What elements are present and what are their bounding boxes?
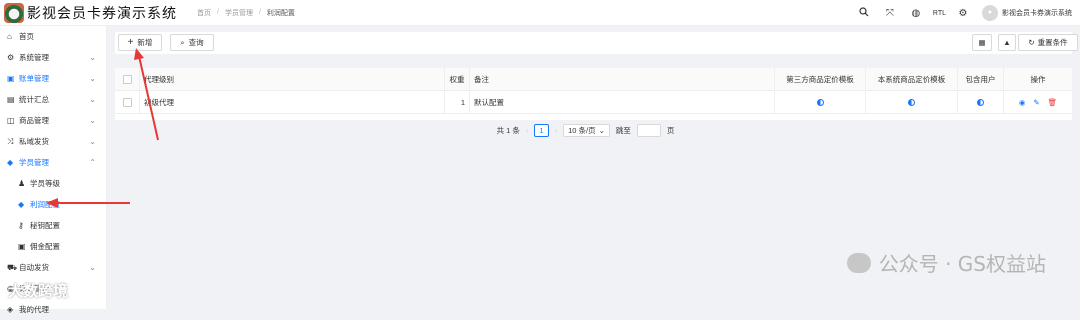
- pagination: 共 1 条 ‹ 1 › 10 条/页 ⌄ 跳至 页: [107, 124, 1064, 137]
- cell-remark: 默认配置: [470, 92, 775, 113]
- col-actions: 操作: [1030, 74, 1046, 84]
- col-users: 包含用户: [958, 68, 1004, 90]
- breadcrumb: 首页 / 学员管理 / 利润配置: [197, 8, 295, 18]
- chevron-down-icon: ⌄: [89, 116, 96, 125]
- stats-icon: ▤: [7, 95, 15, 104]
- app-logo: [4, 2, 24, 23]
- top-header: 影视会员卡券演示系统 首页 / 学员管理 / 利润配置 ⤧ ◍ RTL ⚙ ● …: [0, 0, 1080, 26]
- jump-input[interactable]: [636, 124, 661, 137]
- sidebar-item-students[interactable]: ◆ 学员管理 ⌃: [0, 152, 106, 173]
- jump-label: 跳至: [615, 126, 631, 135]
- col-level: 代理级别: [140, 68, 445, 90]
- chevron-down-icon: ⌄: [89, 137, 96, 146]
- bill-icon: ▣: [7, 74, 15, 83]
- total-count: 共 1 条: [496, 126, 520, 135]
- chevron-up-icon: ⌃: [89, 158, 96, 167]
- sidebar-item-auto-ship[interactable]: ⛟ 自动发货 ⌄: [0, 257, 106, 278]
- page-size-select[interactable]: 10 条/页 ⌄: [563, 124, 610, 137]
- sidebar-item-profit-config[interactable]: ◆ 利润配置: [0, 194, 106, 215]
- chevron-down-icon: ⌄: [89, 53, 96, 62]
- table-header: 代理级别 权重 备注 第三方商品定价模板 本系统商品定价模板 包含用户 操作: [115, 68, 1072, 91]
- chevron-down-icon: ⌄: [89, 95, 96, 104]
- add-button[interactable]: + 新增: [118, 34, 162, 51]
- globe-icon[interactable]: ◍: [907, 8, 925, 19]
- collapse-button[interactable]: ▲: [998, 34, 1016, 51]
- search-icon: ⌕: [180, 37, 185, 47]
- username[interactable]: 影视会员卡券演示系统: [1002, 8, 1072, 18]
- sidebar-item-stats[interactable]: ▤ 统计汇总 ⌄: [0, 89, 106, 110]
- data-table: 代理级别 权重 备注 第三方商品定价模板 本系统商品定价模板 包含用户 操作 初…: [115, 68, 1072, 120]
- sidebar-item-student-level[interactable]: ♟ 学员等级: [0, 173, 106, 194]
- select-all-checkbox[interactable]: [122, 74, 132, 84]
- wechat-icon: [846, 252, 871, 273]
- col-remark: 备注: [470, 68, 775, 90]
- col-third-party-template: 第三方商品定价模板: [775, 68, 866, 90]
- delete-icon[interactable]: 🗑: [1048, 98, 1058, 107]
- system-template-icon[interactable]: [908, 99, 915, 106]
- chevron-down-icon: ⌄: [89, 263, 96, 272]
- current-page[interactable]: 1: [534, 124, 549, 137]
- diamond-icon: ◆: [18, 200, 25, 209]
- cell-level: 初级代理: [140, 92, 445, 113]
- prev-page-icon[interactable]: ‹: [526, 126, 529, 135]
- shuffle-icon: ⤨: [7, 136, 14, 146]
- breadcrumb-student[interactable]: 学员管理: [225, 8, 253, 18]
- sidebar-item-bill[interactable]: ▣ 账单管理 ⌄: [0, 68, 106, 89]
- next-page-icon[interactable]: ›: [555, 126, 558, 135]
- rtl-toggle[interactable]: RTL: [933, 10, 946, 17]
- sidebar-item-goods[interactable]: ◫ 商品管理 ⌄: [0, 110, 106, 131]
- caret-up-icon: ▲: [1003, 38, 1011, 47]
- breadcrumb-home[interactable]: 首页: [197, 8, 211, 18]
- table-row: 初级代理 1 默认配置 ◉ ✎ 🗑: [115, 92, 1072, 114]
- column-settings-button[interactable]: ▦: [972, 34, 992, 51]
- sidebar-item-commission[interactable]: ▣ 佣金配置: [0, 236, 106, 257]
- refresh-icon: ↻: [1028, 38, 1035, 47]
- page-suffix: 页: [666, 126, 675, 135]
- col-weight: 权重: [445, 68, 470, 90]
- key-icon: ⚷: [18, 221, 24, 230]
- bag-icon: ◫: [7, 116, 15, 125]
- corner-watermark: 大数跨境: [8, 283, 69, 300]
- money-icon: ▣: [18, 242, 26, 251]
- diamond-icon: ◆: [7, 158, 14, 167]
- sidebar-item-home[interactable]: ⌂ 首页: [0, 26, 106, 47]
- person-icon: ♟: [18, 179, 26, 188]
- home-icon: ⌂: [7, 32, 12, 41]
- gear-icon: ⚙: [7, 53, 15, 62]
- chevron-down-icon: ⌄: [598, 126, 605, 135]
- edit-icon[interactable]: ✎: [1033, 98, 1039, 107]
- search-icon[interactable]: [855, 6, 873, 20]
- sidebar-item-private-ship[interactable]: ⤨ 私域发货 ⌄: [0, 131, 106, 152]
- sidebar-item-system[interactable]: ⚙ 系统管理 ⌄: [0, 47, 106, 68]
- query-button[interactable]: ⌕ 查询: [170, 34, 214, 51]
- agent-icon: ◈: [7, 305, 14, 314]
- toolbar: + 新增 ⌕ 查询 ▦ ▲ ↻ 重置条件: [115, 32, 1078, 54]
- third-party-template-icon[interactable]: [816, 99, 824, 106]
- col-system-template: 本系统商品定价模板: [866, 68, 958, 90]
- settings-icon[interactable]: ⚙: [954, 8, 972, 19]
- reset-button[interactable]: ↻ 重置条件: [1018, 34, 1078, 51]
- wechat-watermark: 公众号 · GS权益站: [846, 248, 1046, 277]
- row-checkbox[interactable]: [122, 98, 132, 107]
- avatar[interactable]: ●: [982, 5, 998, 21]
- chevron-down-icon: ⌄: [89, 74, 96, 83]
- view-icon[interactable]: ◉: [1019, 98, 1026, 107]
- sidebar-item-agents[interactable]: ◈ 我的代理: [0, 299, 106, 320]
- plus-icon: +: [127, 37, 134, 48]
- sidebar-item-key-config[interactable]: ⚷ 秘钥配置: [0, 215, 106, 236]
- grid-icon: ▦: [978, 38, 986, 47]
- car-icon: ⛟: [7, 262, 18, 272]
- app-title: 影视会员卡券演示系统: [27, 5, 177, 22]
- cell-weight: 1: [445, 92, 470, 113]
- breadcrumb-current: 利润配置: [266, 9, 295, 17]
- users-icon[interactable]: [977, 99, 984, 106]
- sidebar: ⌂ 首页 ⚙ 系统管理 ⌄ ▣ 账单管理 ⌄ ▤ 统计汇总 ⌄ ◫ 商品管理 ⌄ ⤨ 私域发货 ⌄ ◆…: [0, 26, 107, 314]
- fullscreen-icon[interactable]: ⤧: [881, 8, 899, 19]
